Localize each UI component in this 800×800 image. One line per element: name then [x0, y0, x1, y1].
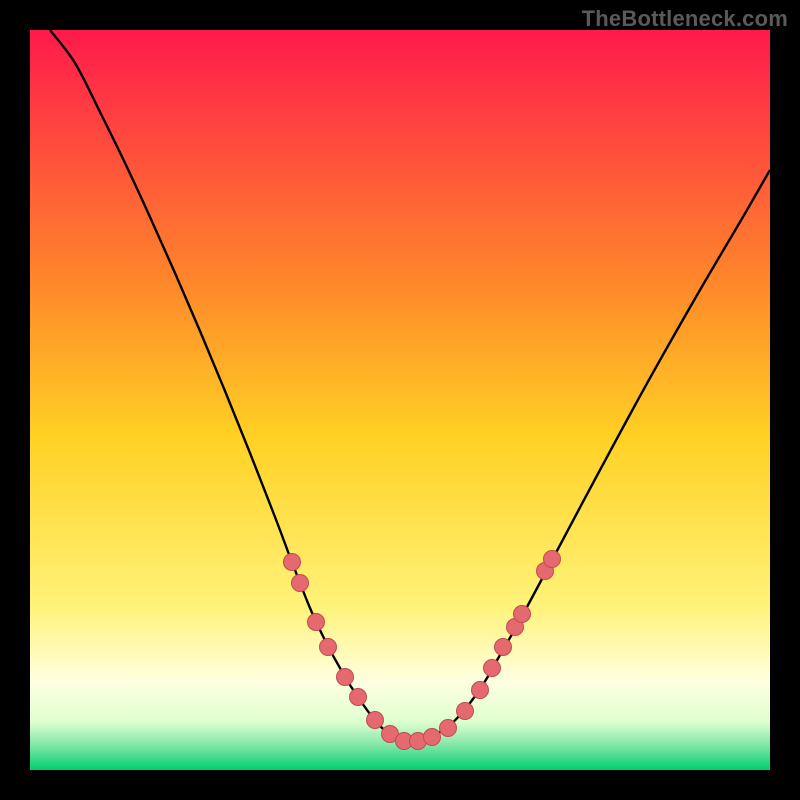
data-dot	[424, 729, 441, 746]
data-dot	[484, 660, 501, 677]
chart-stage: TheBottleneck.com	[0, 0, 800, 800]
data-dot	[544, 551, 561, 568]
data-dot	[284, 554, 301, 571]
data-dot	[472, 682, 489, 699]
data-dot	[308, 614, 325, 631]
data-dot	[440, 720, 457, 737]
data-dot	[292, 575, 309, 592]
data-dot	[337, 669, 354, 686]
data-dot	[350, 689, 367, 706]
data-dot	[367, 712, 384, 729]
chart-svg	[0, 0, 800, 800]
data-dot	[514, 606, 531, 623]
data-dot	[495, 639, 512, 656]
data-dot	[320, 639, 337, 656]
watermark-text: TheBottleneck.com	[582, 6, 788, 32]
data-dot	[457, 703, 474, 720]
plot-background	[30, 30, 770, 770]
